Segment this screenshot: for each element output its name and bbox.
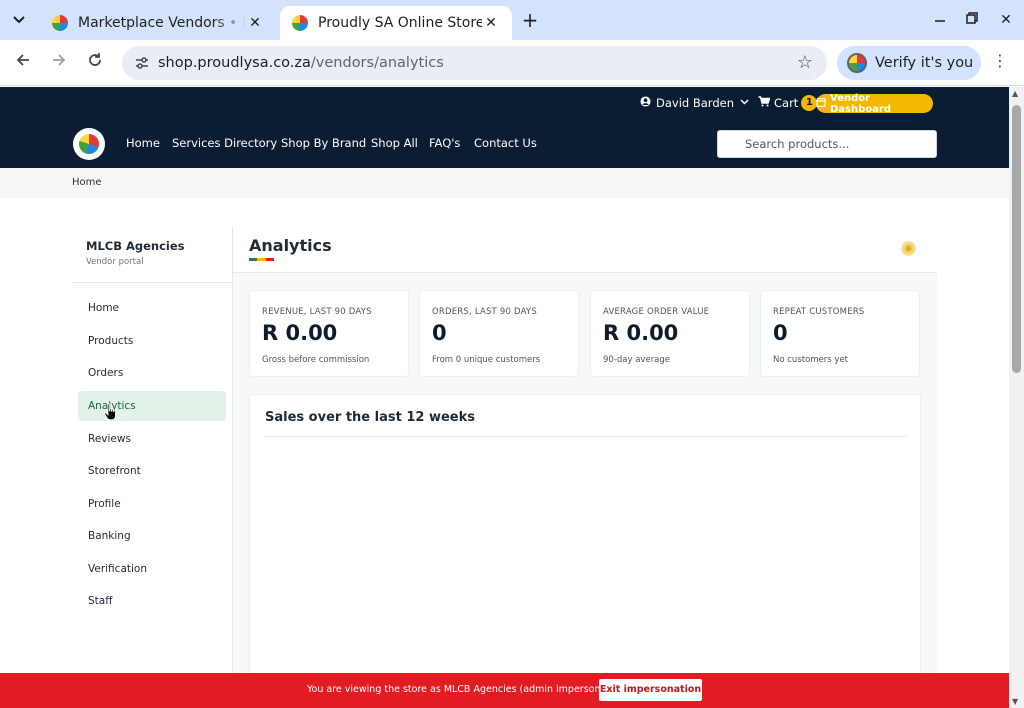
- nav-shop-all[interactable]: Shop All: [371, 136, 418, 150]
- nav-home[interactable]: Home: [126, 136, 160, 150]
- forward-arrow-right-icon[interactable]: [47, 51, 71, 75]
- bookmark-star-icon[interactable]: ☆: [797, 52, 813, 73]
- vendor-subtitle: Vendor portal: [86, 257, 144, 267]
- verify-identity-button[interactable]: Verify it's you: [837, 46, 981, 80]
- proudlysa-favicon-icon: [52, 15, 68, 31]
- sales-chart-card: Sales over the last 12 weeks: [249, 394, 921, 708]
- stat-label: REVENUE, LAST 90 DAYS: [262, 307, 372, 317]
- cart-label: Cart: [774, 96, 799, 110]
- tab-title: Marketplace Vendors • Proudly SA: [78, 15, 246, 31]
- stat-label: AVERAGE ORDER VALUE: [603, 307, 710, 317]
- sidebar-item-profile[interactable]: Profile: [78, 489, 226, 519]
- user-circle-icon: [640, 96, 651, 110]
- sidebar-item-reviews[interactable]: Reviews: [78, 424, 226, 454]
- stat-card-average-order-value: AVERAGE ORDER VALUE R 0.00 90-day averag…: [590, 290, 750, 377]
- page-viewport: David Barden Cart 1 Vendor Dashboard Hom…: [0, 87, 1009, 708]
- product-search: [717, 130, 937, 158]
- reload-icon[interactable]: [83, 51, 107, 75]
- stat-note: From 0 unique customers: [432, 355, 541, 365]
- nav-faqs[interactable]: FAQ's: [429, 136, 460, 150]
- stat-label: REPEAT CUSTOMERS: [773, 307, 865, 317]
- breadcrumb-home[interactable]: Home: [72, 177, 102, 188]
- tab-proudly-sa-online-store[interactable]: Proudly SA Online Store ✕: [280, 6, 512, 40]
- stat-card-repeat-customers: REPEAT CUSTOMERS 0 No customers yet: [760, 290, 920, 377]
- content-header: Analytics ⊛: [233, 227, 937, 273]
- vendor-dashboard-label: Vendor Dashboard: [830, 92, 891, 115]
- cart-link[interactable]: Cart 1: [758, 94, 818, 112]
- tab-marketplace-vendors[interactable]: Marketplace Vendors • Proudly SA ✕: [40, 6, 276, 40]
- search-icon: [726, 137, 737, 151]
- profile-avatar-icon: [847, 53, 867, 73]
- nav-services-directory[interactable]: Services Directory: [172, 136, 277, 150]
- sidebar-item-staff[interactable]: Staff: [78, 586, 226, 616]
- page-scrollbar[interactable]: ▲ ▼: [1009, 87, 1024, 708]
- site-topbar: David Barden Cart 1 Vendor Dashboard: [0, 87, 1009, 120]
- stat-note: No customers yet: [773, 355, 849, 365]
- stat-card-orders: ORDERS, LAST 90 DAYS 0 From 0 unique cus…: [419, 290, 579, 377]
- proudlysa-favicon-icon: [292, 15, 308, 31]
- coin-icon[interactable]: ⊛: [901, 241, 916, 256]
- vendor-dashboard-button[interactable]: Vendor Dashboard: [815, 92, 933, 115]
- chevron-down-icon: [740, 98, 749, 108]
- minimize-icon[interactable]: [928, 9, 952, 31]
- cart-icon: [758, 96, 771, 110]
- stat-value: R 0.00: [603, 321, 679, 345]
- address-bar[interactable]: shop.proudlysa.co.za/vendors/analytics ☆: [122, 46, 827, 80]
- site-info-tune-icon[interactable]: [134, 55, 150, 71]
- impersonation-banner: You are viewing the store as MLCB Agenci…: [0, 673, 1009, 708]
- search-input[interactable]: [745, 131, 930, 157]
- cart-count-badge: 1: [801, 95, 818, 111]
- verify-label: Verify it's you: [875, 55, 974, 71]
- tab-title: Proudly SA Online Store: [318, 15, 482, 31]
- title-underline-stripe: [249, 258, 274, 261]
- tab-search-chevron-down-icon[interactable]: [6, 8, 32, 32]
- user-menu[interactable]: David Barden: [640, 94, 749, 112]
- stat-value: 0: [773, 321, 788, 345]
- store-icon: [815, 97, 827, 110]
- page-title: Analytics: [249, 236, 332, 255]
- vendor-name: MLCB Agencies: [86, 239, 185, 253]
- proudlysa-logo-icon[interactable]: [73, 128, 105, 160]
- sidebar-item-products[interactable]: Products: [78, 326, 226, 356]
- new-tab-plus-icon[interactable]: +: [518, 9, 542, 31]
- sidebar-item-orders[interactable]: Orders: [78, 358, 226, 388]
- browser-menu-kebab-icon[interactable]: ⋮: [990, 51, 1010, 75]
- breadcrumb-bar: Home: [0, 168, 1009, 198]
- nav-contact-us[interactable]: Contact Us: [474, 136, 537, 150]
- back-arrow-left-icon[interactable]: [11, 51, 35, 75]
- scroll-down-arrow-icon[interactable]: ▼: [1012, 697, 1018, 706]
- user-name: David Barden: [656, 96, 734, 110]
- sales-chart-divider: [265, 436, 906, 437]
- stat-value: R 0.00: [262, 321, 338, 345]
- nav-shop-by-brand[interactable]: Shop By Brand: [281, 136, 366, 150]
- exit-impersonation-button[interactable]: Exit impersonation: [599, 679, 702, 701]
- browser-toolbar: shop.proudlysa.co.za/vendors/analytics ☆…: [0, 40, 1024, 86]
- scrollbar-thumb[interactable]: [1012, 105, 1021, 373]
- main-navigation: Home Services Directory Shop By Brand Sh…: [0, 120, 1009, 168]
- sidebar-item-banking[interactable]: Banking: [78, 521, 226, 551]
- sidebar-item-analytics[interactable]: Analytics: [78, 391, 226, 421]
- stat-label: ORDERS, LAST 90 DAYS: [432, 307, 537, 317]
- browser-tab-strip: Marketplace Vendors • Proudly SA ✕ Proud…: [0, 0, 1024, 40]
- impersonation-message: You are viewing the store as MLCB Agenci…: [307, 684, 629, 695]
- sales-chart-title: Sales over the last 12 weeks: [265, 410, 475, 425]
- window-close-icon[interactable]: ✕: [994, 9, 1018, 31]
- vendor-sidebar: MLCB Agencies Vendor portal Home Product…: [72, 227, 233, 708]
- stat-value: 0: [432, 321, 447, 345]
- scroll-up-arrow-icon[interactable]: ▲: [1012, 89, 1018, 98]
- sidebar-item-home[interactable]: Home: [78, 293, 226, 323]
- stat-note: 90-day average: [603, 355, 671, 365]
- analytics-content: REVENUE, LAST 90 DAYS R 0.00 Gross befor…: [233, 273, 937, 708]
- stat-note: Gross before commission: [262, 355, 370, 365]
- close-icon[interactable]: ✕: [246, 14, 264, 32]
- restore-icon[interactable]: [960, 9, 984, 31]
- sidebar-item-verification[interactable]: Verification: [78, 554, 226, 584]
- stat-card-revenue: REVENUE, LAST 90 DAYS R 0.00 Gross befor…: [249, 290, 409, 377]
- sidebar-item-storefront[interactable]: Storefront: [78, 456, 226, 486]
- sidebar-divider: [72, 282, 233, 283]
- url-text[interactable]: shop.proudlysa.co.za/vendors/analytics: [158, 46, 444, 80]
- close-icon[interactable]: ✕: [482, 14, 500, 32]
